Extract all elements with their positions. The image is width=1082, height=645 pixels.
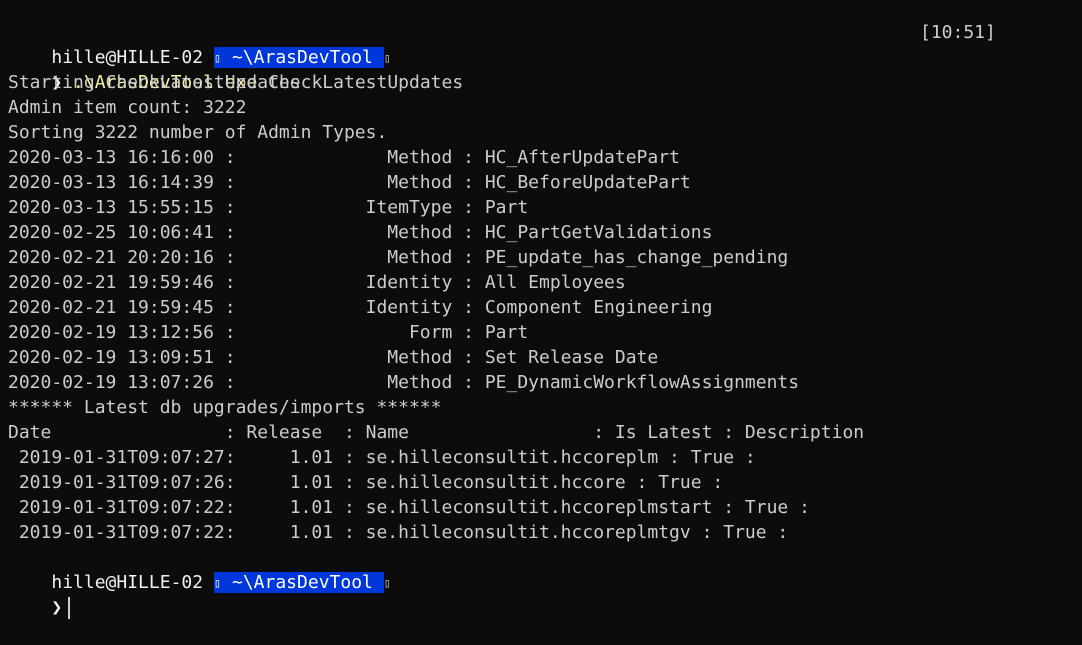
output-line: 2020-02-19 13:07:26 : Method : PE_Dynami… [8,372,800,393]
output-line: 2020-02-19 13:09:51 : Method : Set Relea… [8,347,659,368]
output-line: 2020-02-19 13:12:56 : Form : Part [8,322,529,343]
output-line: 2020-03-13 16:16:00 : Method : HC_AfterU… [8,147,680,168]
output-line: 2019-01-31T09:07:22: 1.01 : se.hillecons… [8,497,810,518]
output-line: 2020-03-13 15:55:15 : ItemType : Part [8,197,529,218]
command-output: Starting CheckLatestUpdates Admin item c… [8,70,1074,545]
output-line: 2020-02-25 10:06:41 : Method : HC_PartGe… [8,222,713,243]
output-line: Admin item count: 3222 [8,97,247,118]
output-line: Starting CheckLatestUpdates [8,72,301,93]
input-line[interactable]: ❯ [8,570,1074,619]
prompt-chevron-icon: ❯ [51,597,63,618]
output-line: ****** Latest db upgrades/imports ****** [8,397,442,418]
output-line: Date : Release : Name : Is Latest : Desc… [8,422,865,443]
output-line: 2019-01-31T09:07:26: 1.01 : se.hillecons… [8,472,724,493]
command-line: ❯ .\ArasDevTool.exe CheckLatestUpdates [8,45,1074,93]
output-line: 2020-02-21 19:59:46 : Identity : All Emp… [8,272,626,293]
output-line: 2020-02-21 20:20:16 : Method : PE_update… [8,247,789,268]
prompt-line: hille@HILLE-02 ▯ ~\ArasDevTool ▯ [10:51] [8,20,1074,68]
output-line: 2020-02-21 19:59:45 : Identity : Compone… [8,297,713,318]
prompt-time: [10:51] [920,22,996,43]
output-line: 2020-03-13 16:14:39 : Method : HC_Before… [8,172,691,193]
terminal-window[interactable]: hille@HILLE-02 ▯ ~\ArasDevTool ▯ [10:51]… [0,0,1082,619]
output-line: Sorting 3222 number of Admin Types. [8,122,388,143]
text-cursor[interactable] [68,597,71,619]
output-line: 2019-01-31T09:07:27: 1.01 : se.hillecons… [8,447,756,468]
prompt-line: hille@HILLE-02 ▯ ~\ArasDevTool ▯ [8,545,1074,593]
output-line: 2019-01-31T09:07:22: 1.01 : se.hillecons… [8,522,789,543]
